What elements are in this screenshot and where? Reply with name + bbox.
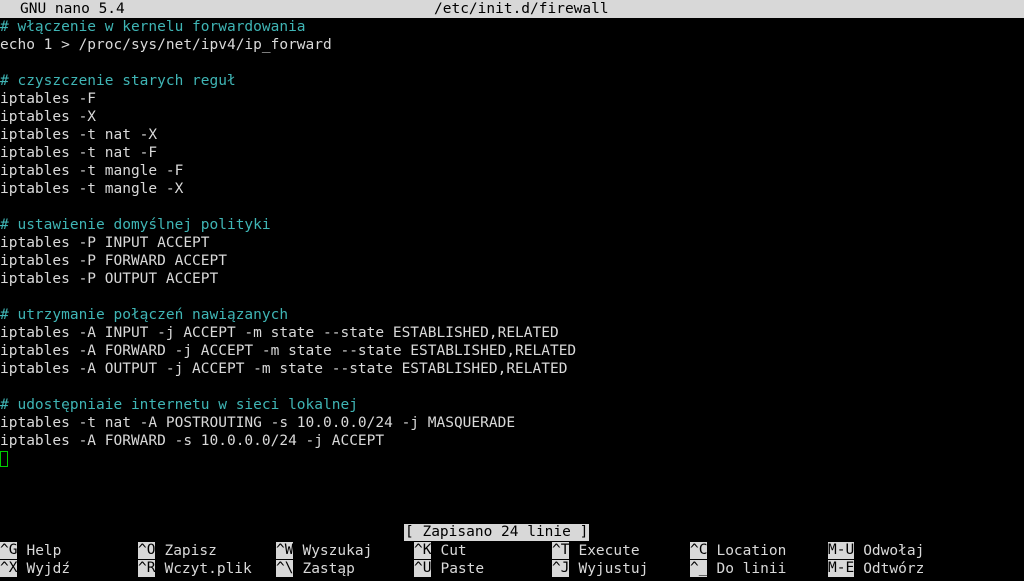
shortcut-label: Do linii (716, 561, 787, 577)
shortcut-key: M-E (828, 560, 855, 577)
shortcut-label: Zapisz (164, 543, 217, 559)
shortcut-wyjdź[interactable]: ^X Wyjdź (0, 560, 70, 578)
code-line: iptables -t nat -X (0, 127, 158, 143)
text-cursor (0, 451, 8, 467)
title-bar: GNU nano 5.4 /etc/init.d/firewall (0, 0, 1024, 18)
shortcut-label: Wczyt.plik (164, 561, 252, 577)
code-line: iptables -t mangle -X (0, 181, 184, 197)
comment-line: # utrzymanie połączeń nawiązanych (0, 307, 289, 323)
code-line: iptables -A FORWARD -s 10.0.0.0/24 -j AC… (0, 433, 385, 449)
comment-line: # czyszczenie starych reguł (0, 73, 236, 89)
editor-area[interactable]: # włączenie w kernelu forwardowania echo … (0, 18, 1024, 468)
shortcut-odwołaj[interactable]: M-U Odwołaj (828, 542, 924, 560)
shortcut-key: ^W (276, 542, 294, 559)
shortcut-execute[interactable]: ^T Execute (552, 542, 640, 560)
shortcut-help[interactable]: ^G Help (0, 542, 61, 560)
shortcut-zapisz[interactable]: ^O Zapisz (138, 542, 217, 560)
app-version: GNU nano 5.4 (20, 1, 125, 17)
status-message: [ Zapisano 24 linie ] (404, 524, 590, 541)
shortcut-label: Odtwórz (863, 561, 925, 577)
code-line: iptables -P FORWARD ACCEPT (0, 253, 227, 269)
shortcut-label: Zastąp (302, 561, 355, 577)
shortcut-label: Odwołaj (863, 543, 925, 559)
code-line: iptables -A OUTPUT -j ACCEPT -m state --… (0, 361, 568, 377)
shortcut-label: Help (26, 543, 62, 559)
code-line: iptables -X (0, 109, 97, 125)
shortcut-label: Wyjdź (26, 561, 71, 577)
shortcut-label: Location (716, 543, 787, 559)
shortcut-key: ^R (138, 560, 156, 577)
file-name: /etc/init.d/firewall (434, 1, 609, 17)
shortcut-bar-row-1: ^G Help ^O Zapisz ^W Wyszukaj ^K Cut ^T Execute ^C… (0, 542, 1024, 560)
shortcut-key: ^_ (690, 560, 708, 577)
shortcut-location[interactable]: ^C Location (690, 542, 786, 560)
code-line: echo 1 > /proc/sys/net/ipv4/ip_forward (0, 37, 332, 53)
shortcut-key: ^C (690, 542, 708, 559)
comment-line: # ustawienie domyślnej polityki (0, 217, 271, 233)
shortcut-paste[interactable]: ^U Paste (414, 560, 484, 578)
shortcut-bar-row-2: ^X Wyjdź ^R Wczyt.plik ^\ Zastąp ^U Paste ^J Wyju… (0, 560, 1024, 578)
shortcut-key: ^\ (276, 560, 294, 577)
code-line: iptables -A FORWARD -j ACCEPT -m state -… (0, 343, 577, 359)
shortcut-key: ^X (0, 560, 18, 577)
shortcut-wczyt-plik[interactable]: ^R Wczyt.plik (138, 560, 252, 578)
shortcut-label: Wyjustuj (578, 561, 649, 577)
shortcut-key: ^G (0, 542, 18, 559)
code-line: iptables -P INPUT ACCEPT (0, 235, 210, 251)
code-line: iptables -P OUTPUT ACCEPT (0, 271, 219, 287)
code-line: iptables -F (0, 91, 97, 107)
shortcut-label: Paste (440, 561, 485, 577)
shortcut-key: M-U (828, 542, 855, 559)
shortcut-label: Execute (578, 543, 640, 559)
code-line: iptables -A INPUT -j ACCEPT -m state --s… (0, 325, 559, 341)
shortcut-wyjustuj[interactable]: ^J Wyjustuj (552, 560, 648, 578)
shortcut-odtwórz[interactable]: M-E Odtwórz (828, 560, 924, 578)
shortcut-key: ^J (552, 560, 570, 577)
shortcut-zastąp[interactable]: ^\ Zastąp (276, 560, 355, 578)
comment-line: # udostępniaie internetu w sieci lokalne… (0, 397, 358, 413)
shortcut-label: Cut (440, 543, 467, 559)
shortcut-label: Wyszukaj (302, 543, 373, 559)
code-line: iptables -t nat -F (0, 145, 158, 161)
shortcut-key: ^T (552, 542, 570, 559)
cursor-line (0, 450, 1024, 468)
shortcut-wyszukaj[interactable]: ^W Wyszukaj (276, 542, 372, 560)
shortcut-key: ^K (414, 542, 432, 559)
shortcut-key: ^U (414, 560, 432, 577)
shortcut-cut[interactable]: ^K Cut (414, 542, 467, 560)
code-line: iptables -t nat -A POSTROUTING -s 10.0.0… (0, 415, 516, 431)
comment-line: # włączenie w kernelu forwardowania (0, 19, 306, 35)
shortcut-do-linii[interactable]: ^_ Do linii (690, 560, 786, 578)
code-line: iptables -t mangle -F (0, 163, 184, 179)
shortcut-key: ^O (138, 542, 156, 559)
